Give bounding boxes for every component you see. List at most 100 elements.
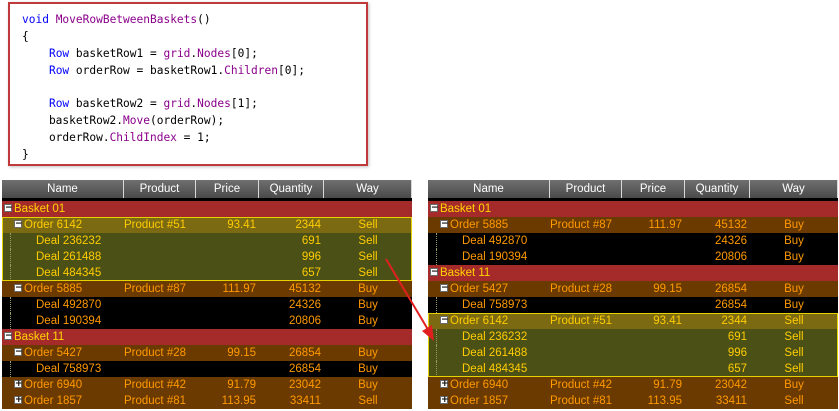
deal-row[interactable]: Deal 758973 26854 Buy [428, 297, 838, 313]
collapse-icon[interactable]: − [440, 220, 449, 229]
deal-row[interactable]: Deal 190394 20806 Buy [428, 249, 838, 265]
code-line: orderRow.ChildIndex = 1; [22, 130, 366, 147]
column-header-name[interactable]: Name [428, 180, 550, 198]
tree-line [10, 233, 11, 249]
collapse-icon[interactable]: − [430, 204, 439, 213]
cell-way: Sell [358, 235, 378, 247]
code-token: grid [163, 46, 191, 60]
grid-header: Name Product Price Quantity Way [2, 180, 412, 198]
order-row[interactable]: − Order 5885 Product #87 111.97 45132 Buy [2, 281, 412, 297]
column-header-price[interactable]: Price [196, 180, 259, 198]
collapse-icon[interactable]: − [14, 220, 23, 229]
cell-qty: 996 [301, 251, 321, 263]
cell-qty: 691 [301, 235, 321, 247]
code-token: orderRow. [22, 131, 110, 145]
code-token: [0]; [230, 46, 258, 60]
expand-icon[interactable]: + [440, 396, 449, 405]
tree-line [10, 249, 11, 265]
cell-product: Product #87 [124, 283, 187, 295]
expand-icon[interactable]: + [14, 396, 23, 405]
order-row[interactable]: − Order 5885 Product #87 111.97 45132 Buy [428, 217, 838, 233]
deal-row[interactable]: Deal 236232 691 Sell [428, 329, 838, 345]
expand-icon[interactable]: + [14, 380, 23, 389]
cell-name: Deal 492870 [36, 299, 102, 311]
column-header-product[interactable]: Product [550, 180, 622, 198]
order-row[interactable]: + Order 1857 Product #81 113.95 33411 Sell [2, 393, 412, 409]
cell-price: 99.15 [653, 283, 682, 295]
cell-qty: 691 [727, 331, 747, 343]
cell-way: Sell [358, 219, 378, 231]
code-token: grid [163, 97, 191, 111]
order-row[interactable]: − Order 6142 Product #51 93.41 2344 Sell [2, 217, 412, 233]
cell-way: Buy [358, 363, 378, 375]
basket-row[interactable]: − Basket 01 [2, 201, 412, 217]
code-token: void [22, 13, 56, 26]
collapse-icon[interactable]: − [14, 348, 23, 357]
collapse-icon[interactable]: − [4, 332, 13, 341]
cell-qty: 33411 [715, 395, 747, 407]
cell-product: Product #81 [550, 395, 613, 407]
tree-line [10, 361, 11, 377]
deal-row[interactable]: Deal 484345 657 Sell [2, 265, 412, 281]
cell-qty: 23042 [289, 379, 321, 391]
deal-row[interactable]: Deal 190394 20806 Buy [2, 313, 412, 329]
cell-way: Buy [784, 379, 804, 391]
cell-price: 111.97 [222, 283, 256, 295]
deal-row[interactable]: Deal 492870 24326 Buy [428, 233, 838, 249]
basket-row[interactable]: − Basket 11 [2, 329, 412, 345]
deal-row[interactable]: Deal 261488 996 Sell [2, 249, 412, 265]
deal-row[interactable]: Deal 492870 24326 Buy [2, 297, 412, 313]
cell-product: Product #51 [124, 219, 187, 231]
order-row[interactable]: − Order 5427 Product #28 99.15 26854 Buy [2, 345, 412, 361]
order-row[interactable]: + Order 6940 Product #42 91.79 23042 Buy [428, 377, 838, 393]
order-row[interactable]: + Order 6940 Product #42 91.79 23042 Buy [2, 377, 412, 393]
cell-product: Product #87 [550, 219, 613, 231]
tree-line [10, 297, 11, 313]
cell-name: Order 6142 [24, 219, 83, 231]
code-token: Row [48, 97, 70, 111]
deal-row[interactable]: Deal 236232 691 Sell [2, 233, 412, 249]
column-header-quantity[interactable]: Quantity [685, 180, 750, 198]
column-header-way[interactable]: Way [750, 180, 838, 198]
column-header-price[interactable]: Price [622, 180, 685, 198]
collapse-icon[interactable]: − [440, 284, 449, 293]
order-row[interactable]: − Order 5427 Product #28 99.15 26854 Buy [428, 281, 838, 297]
collapse-icon[interactable]: − [14, 284, 23, 293]
deal-row[interactable]: Deal 758973 26854 Buy [2, 361, 412, 377]
code-token: ChildIndex [109, 131, 177, 145]
cell-qty: 2344 [295, 219, 321, 231]
basket-row[interactable]: − Basket 11 [428, 265, 838, 281]
code-token: [0]; [277, 63, 305, 77]
order-row[interactable]: − Order 6142 Product #51 93.41 2344 Sell [428, 313, 838, 329]
code-token: Nodes [197, 46, 231, 60]
code-token: Row [48, 63, 70, 77]
collapse-icon[interactable]: − [440, 316, 449, 325]
cell-way: Buy [784, 299, 804, 311]
code-token: MoveRowBetweenBaskets [55, 13, 198, 26]
deal-row[interactable]: Deal 484345 657 Sell [428, 361, 838, 377]
cell-price: 111.97 [648, 219, 682, 231]
grid-after: Name Product Price Quantity Way − Basket 01− Or… [428, 180, 838, 409]
collapse-icon[interactable]: − [4, 204, 13, 213]
cell-qty: 657 [727, 363, 747, 375]
column-header-way[interactable]: Way [324, 180, 412, 198]
cell-qty: 45132 [715, 219, 747, 231]
column-header-quantity[interactable]: Quantity [259, 180, 324, 198]
order-row[interactable]: + Order 1857 Product #81 113.95 33411 Sell [428, 393, 838, 409]
deal-row[interactable]: Deal 261488 996 Sell [428, 345, 838, 361]
basket-row[interactable]: − Basket 01 [428, 201, 838, 217]
cell-qty: 26854 [289, 347, 321, 359]
cell-qty: 45132 [289, 283, 321, 295]
column-header-name[interactable]: Name [2, 180, 124, 198]
cell-name: Order 1857 [450, 395, 509, 407]
expand-icon[interactable]: + [440, 380, 449, 389]
cell-name: Deal 484345 [462, 363, 528, 375]
code-snippet: void MoveRowBetweenBaskets(){ Row basket… [8, 2, 368, 166]
column-header-product[interactable]: Product [124, 180, 196, 198]
cell-qty: 24326 [715, 235, 747, 247]
cell-way: Buy [358, 379, 378, 391]
cell-name: Order 6940 [450, 379, 509, 391]
grid-header: Name Product Price Quantity Way [428, 180, 838, 198]
